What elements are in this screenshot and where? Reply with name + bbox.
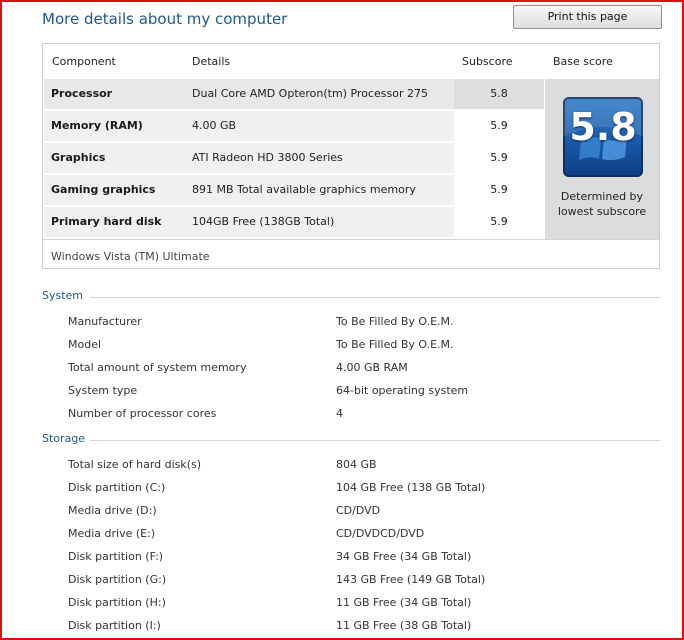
score-row-gaming-graphics: Gaming graphics 891 MB Total available g… <box>44 175 544 205</box>
storage-label: Media drive (D:) <box>68 504 157 517</box>
header-subscore: Subscore <box>462 55 513 68</box>
system-value: To Be Filled By O.E.M. <box>336 315 454 328</box>
component-subscore: 5.9 <box>454 111 544 141</box>
storage-value: 11 GB Free (38 GB Total) <box>336 619 472 632</box>
storage-value: 104 GB Free (138 GB Total) <box>336 481 486 494</box>
component-subscore: 5.8 <box>454 79 544 109</box>
storage-label: Disk partition (I:) <box>68 619 161 632</box>
system-label: Model <box>68 338 102 351</box>
header-base-score: Base score <box>553 55 613 68</box>
section-divider <box>90 297 660 298</box>
storage-label: Disk partition (C:) <box>68 481 166 494</box>
score-row-graphics: Graphics ATI Radeon HD 3800 Series 5.9 <box>44 143 544 173</box>
storage-value: 34 GB Free (34 GB Total) <box>336 550 472 563</box>
storage-value: 143 GB Free (149 GB Total) <box>336 573 486 586</box>
component-details: 891 MB Total available graphics memory <box>192 183 416 196</box>
os-name: Windows Vista (TM) Ultimate <box>51 250 210 263</box>
storage-value: 11 GB Free (34 GB Total) <box>336 596 472 609</box>
component-name: Gaming graphics <box>51 183 156 196</box>
score-table: Component Details Subscore Base score Pr… <box>42 43 660 269</box>
windows-score-badge-icon: 5.8 <box>563 97 643 177</box>
base-score-value: 5.8 <box>569 105 637 149</box>
storage-value: 804 GB <box>336 458 377 471</box>
storage-label: Media drive (E:) <box>68 527 156 540</box>
storage-value: CD/DVD <box>336 504 381 517</box>
component-name: Memory (RAM) <box>51 119 143 132</box>
component-subscore: 5.9 <box>454 175 544 205</box>
storage-label: Disk partition (H:) <box>68 596 166 609</box>
storage-label: Total size of hard disk(s) <box>68 458 202 471</box>
base-score-note: Determined by lowest subscore <box>557 190 647 218</box>
score-row-hard-disk: Primary hard disk 104GB Free (138GB Tota… <box>44 207 544 237</box>
section-title-storage: Storage <box>42 432 86 445</box>
section-divider <box>90 440 660 441</box>
component-name: Primary hard disk <box>51 215 162 228</box>
component-details: ATI Radeon HD 3800 Series <box>192 151 343 164</box>
component-details: 104GB Free (138GB Total) <box>192 215 335 228</box>
system-value: 64-bit operating system <box>336 384 469 397</box>
system-label: Number of processor cores <box>68 407 217 420</box>
section-title-system: System <box>42 289 84 302</box>
score-row-processor: Processor Dual Core AMD Opteron(tm) Proc… <box>44 79 544 109</box>
print-button[interactable]: Print this page <box>513 5 662 29</box>
system-label: System type <box>68 384 138 397</box>
component-details: Dual Core AMD Opteron(tm) Processor 275 <box>192 87 428 100</box>
system-value: To Be Filled By O.E.M. <box>336 338 454 351</box>
component-subscore: 5.9 <box>454 143 544 173</box>
storage-value: CD/DVDCD/DVD <box>336 527 425 540</box>
storage-label: Disk partition (F:) <box>68 550 164 563</box>
component-name: Graphics <box>51 151 106 164</box>
storage-label: Disk partition (G:) <box>68 573 167 586</box>
system-label: Manufacturer <box>68 315 142 328</box>
component-details: 4.00 GB <box>192 119 237 132</box>
system-label: Total amount of system memory <box>68 361 247 374</box>
header-component: Component <box>52 55 116 68</box>
score-row-memory: Memory (RAM) 4.00 GB 5.9 <box>44 111 544 141</box>
system-value: 4 <box>336 407 343 420</box>
header-details: Details <box>192 55 231 68</box>
component-subscore: 5.9 <box>454 207 544 237</box>
component-name: Processor <box>51 87 113 100</box>
page-title: More details about my computer <box>42 10 288 28</box>
system-value: 4.00 GB RAM <box>336 361 408 374</box>
base-score-panel: 5.8 Determined by lowest subscore <box>545 79 659 239</box>
